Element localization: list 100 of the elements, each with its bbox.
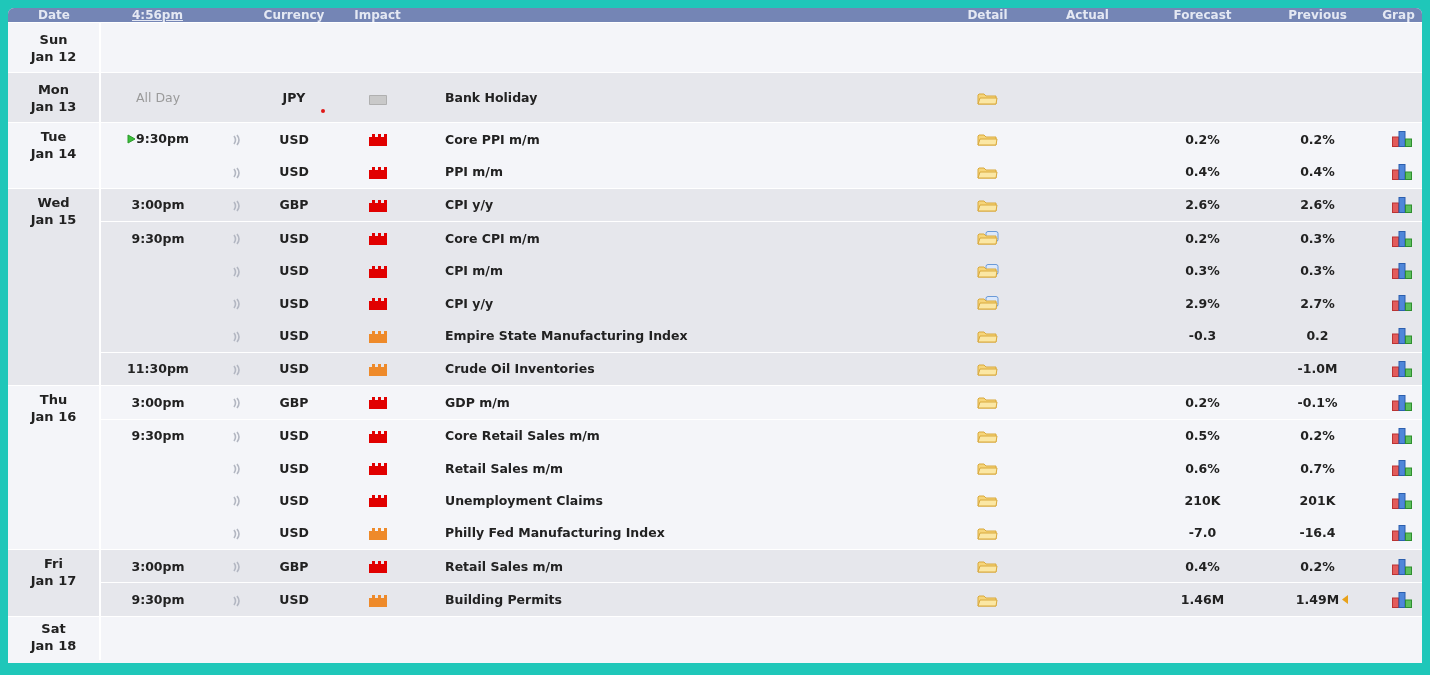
sound-icon[interactable] [231, 561, 242, 574]
event-title: Retail Sales m/m [445, 460, 564, 476]
bar-chart-icon[interactable] [1392, 197, 1412, 214]
event-time: 9:30pm [135, 131, 190, 147]
event-title: Core Retail Sales m/m [445, 428, 600, 444]
forecast-value: 0.3% [1185, 263, 1220, 279]
bar-chart-icon[interactable] [1392, 525, 1412, 542]
folder-icon[interactable] [977, 559, 998, 575]
folder-icon[interactable] [976, 231, 999, 247]
bar-chart-icon[interactable] [1392, 230, 1412, 247]
currency-code: USD [279, 525, 309, 541]
forecast-value: -0.3 [1188, 328, 1217, 344]
sound-icon[interactable] [231, 166, 242, 179]
event-time: All Day [135, 90, 181, 105]
day-name: Wed [36, 193, 71, 211]
sound-icon[interactable] [231, 594, 242, 607]
bar-chart-icon[interactable] [1392, 263, 1412, 279]
day-date: Jan 13 [29, 97, 78, 115]
event-title: Philly Fed Manufacturing Index [445, 525, 665, 541]
folder-icon[interactable] [977, 361, 998, 377]
event-title: Retail Sales m/m [445, 558, 564, 574]
event-time: 3:00pm [131, 197, 185, 213]
forecast-value: -7.0 [1188, 525, 1217, 541]
day-name: Fri [43, 555, 64, 573]
folder-icon[interactable] [977, 197, 998, 213]
currency-code: USD [279, 164, 309, 180]
event-title: Empire State Manufacturing Index [445, 328, 688, 344]
day-date: Jan 15 [29, 210, 78, 228]
currency-code: USD [279, 295, 309, 311]
day-name: Tue [39, 128, 68, 145]
event-time: 9:30pm [131, 592, 185, 608]
bar-chart-icon[interactable] [1392, 591, 1412, 608]
bar-chart-icon[interactable] [1392, 492, 1412, 509]
currency-code: USD [279, 493, 309, 508]
forecast-value: 0.4% [1185, 164, 1220, 180]
previous-value: 0.2% [1300, 131, 1335, 147]
day-date: Jan 17 [29, 572, 78, 590]
column-header: Actual [1066, 8, 1109, 22]
event-title: Bank Holiday [445, 90, 538, 105]
sound-icon[interactable] [231, 495, 242, 508]
sound-icon[interactable] [231, 363, 242, 376]
folder-icon[interactable] [977, 164, 998, 180]
currency-code: USD [279, 230, 309, 246]
previous-value: -0.1% [1297, 394, 1338, 410]
day-name: Mon [36, 80, 71, 98]
sound-icon[interactable] [231, 233, 242, 246]
bar-chart-icon[interactable] [1392, 427, 1412, 444]
previous-value: 0.4% [1300, 164, 1335, 180]
event-time: 3:00pm [131, 394, 185, 410]
forecast-value: 0.5% [1185, 428, 1220, 444]
sound-icon[interactable] [231, 430, 242, 443]
bar-chart-icon[interactable] [1392, 361, 1412, 378]
day-name: Thu [38, 391, 69, 409]
bar-chart-icon[interactable] [1392, 394, 1412, 411]
bar-chart-icon[interactable] [1392, 327, 1412, 344]
previous-value: 2.7% [1300, 295, 1335, 311]
bar-chart-icon[interactable] [1392, 558, 1412, 575]
event-time: 3:00pm [131, 558, 185, 574]
event-title: GDP m/m [445, 394, 510, 410]
currency-code: USD [279, 263, 309, 279]
sound-icon[interactable] [231, 199, 242, 212]
sound-icon[interactable] [231, 134, 242, 147]
folder-icon[interactable] [977, 428, 998, 444]
sound-icon[interactable] [231, 265, 242, 278]
event-time: 11:30pm [127, 361, 189, 377]
previous-value: -16.4 [1299, 525, 1336, 541]
folder-icon[interactable] [977, 592, 998, 608]
currency-code: USD [279, 592, 309, 608]
sound-icon[interactable] [231, 397, 242, 410]
sound-icon[interactable] [231, 298, 242, 311]
previous-value: 0.3% [1300, 230, 1335, 246]
folder-icon[interactable] [976, 296, 999, 312]
day-date: Jan 12 [29, 47, 78, 65]
bar-chart-icon[interactable] [1392, 295, 1412, 312]
sound-icon[interactable] [231, 463, 242, 476]
column-header: Detail [967, 8, 1008, 22]
sound-icon[interactable] [231, 527, 242, 540]
event-time: 9:30pm [131, 230, 185, 246]
currency-code: GBP [279, 394, 309, 410]
folder-icon[interactable] [977, 525, 998, 541]
folder-icon[interactable] [977, 395, 998, 411]
column-header: Currency [263, 8, 325, 22]
day-date: Jan 14 [29, 145, 78, 162]
bar-chart-icon[interactable] [1392, 131, 1412, 148]
bar-chart-icon[interactable] [1392, 163, 1412, 180]
forecast-value: 0.2% [1185, 131, 1220, 147]
previous-value: 201K [1299, 493, 1336, 508]
sound-icon[interactable] [231, 330, 242, 343]
bar-chart-icon[interactable] [1392, 460, 1412, 477]
folder-icon[interactable] [977, 90, 998, 106]
folder-icon[interactable] [977, 461, 998, 477]
column-header: Grap [1382, 8, 1415, 22]
event-title: CPI y/y [445, 295, 494, 311]
forecast-value: 0.2% [1185, 230, 1220, 246]
folder-icon[interactable] [977, 132, 998, 148]
folder-icon[interactable] [977, 493, 998, 509]
previous-value: 0.7% [1300, 460, 1335, 476]
folder-icon[interactable] [977, 328, 998, 344]
folder-icon[interactable] [976, 263, 999, 279]
event-title: CPI y/y [445, 197, 494, 213]
